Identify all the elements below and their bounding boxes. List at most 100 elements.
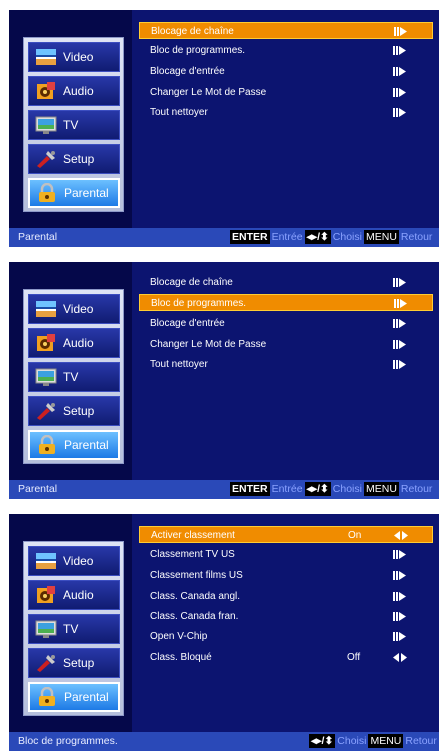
- menu-item-blocked-rating[interactable]: Class. Bloqué Off: [139, 649, 433, 666]
- key-hints: ◂▸/⬍ Choisi MENU Retour: [309, 732, 437, 751]
- sidebar-item-setup[interactable]: Setup: [28, 648, 120, 678]
- sidebar-item-label: Setup: [63, 656, 95, 670]
- osd-screen-2: Video Audio TV Setup Parental Blocage de…: [9, 262, 439, 499]
- arrow-right-icon: [393, 340, 406, 349]
- arrow-right-icon: [393, 108, 406, 117]
- sidebar-item-label: Video: [63, 302, 94, 316]
- enter-hint: Entrée: [271, 483, 303, 495]
- menu-item-change-password[interactable]: Changer Le Mot de Passe: [139, 336, 433, 353]
- back-hint: Retour: [400, 483, 433, 495]
- menu-key: MENU: [363, 230, 399, 244]
- sidebar-item-parental[interactable]: Parental: [28, 430, 120, 460]
- key-hints: ENTER Entrée ◂▸/⬍ Choisi MENU Retour: [230, 228, 432, 247]
- parental-lock-icon: [36, 182, 58, 203]
- arrow-right-icon: [393, 550, 406, 559]
- sidebar-item-audio[interactable]: Audio: [28, 580, 120, 610]
- menu-item-canada-english[interactable]: Class. Canada angl.: [139, 588, 433, 605]
- parental-lock-icon: [36, 434, 58, 455]
- sidebar: Video Audio TV Setup Parental: [23, 37, 124, 212]
- menu-item-enable-rating[interactable]: Activer classement On: [139, 526, 433, 543]
- menu-item-clear-all[interactable]: Tout nettoyer: [139, 356, 433, 373]
- sidebar-item-label: Video: [63, 50, 94, 64]
- arrow-right-icon: [393, 612, 406, 621]
- menu-item-open-vchip[interactable]: Open V-Chip: [139, 628, 433, 645]
- arrow-leftright-icon: [394, 531, 408, 540]
- arrow-right-icon: [394, 299, 407, 308]
- sidebar-item-label: Video: [63, 554, 94, 568]
- video-icon: [35, 299, 57, 319]
- sidebar-item-video[interactable]: Video: [28, 42, 120, 72]
- menu-item-input-block[interactable]: Blocage d'entrée: [139, 315, 433, 332]
- audio-icon: [35, 81, 57, 101]
- arrow-right-icon: [393, 571, 406, 580]
- arrow-right-icon: [393, 360, 406, 369]
- tv-icon: [35, 619, 57, 639]
- arrow-right-icon: [393, 592, 406, 601]
- choose-hint: Choisi: [332, 231, 362, 243]
- sidebar-item-label: Audio: [63, 588, 94, 602]
- sidebar-item-audio[interactable]: Audio: [28, 76, 120, 106]
- back-hint: Retour: [405, 735, 437, 747]
- sidebar-item-tv[interactable]: TV: [28, 614, 120, 644]
- sidebar-item-label: Audio: [63, 336, 94, 350]
- menu-item-us-tv-rating[interactable]: Classement TV US: [139, 546, 433, 563]
- video-icon: [35, 551, 57, 571]
- sidebar-item-video[interactable]: Video: [28, 294, 120, 324]
- tv-icon: [35, 367, 57, 387]
- choose-hint: Choisi: [337, 735, 367, 747]
- status-title: Parental: [18, 231, 58, 243]
- choose-hint: Choisi: [332, 483, 362, 495]
- sidebar-item-label: TV: [63, 370, 79, 384]
- menu-item-us-movie-rating[interactable]: Classement films US: [139, 567, 433, 584]
- menu-item-input-block[interactable]: Blocage d'entrée: [139, 63, 433, 80]
- nav-arrows-icon: ◂▸/⬍: [304, 230, 331, 244]
- arrow-right-icon: [394, 27, 407, 36]
- arrow-right-icon: [393, 319, 406, 328]
- enter-key: ENTER: [230, 482, 270, 496]
- sidebar-item-tv[interactable]: TV: [28, 110, 120, 140]
- sidebar-item-label: TV: [63, 622, 79, 636]
- enter-hint: Entrée: [271, 231, 303, 243]
- status-title: Parental: [18, 483, 58, 495]
- audio-icon: [35, 585, 57, 605]
- menu-key: MENU: [363, 482, 399, 496]
- menu-item-change-password[interactable]: Changer Le Mot de Passe: [139, 84, 433, 101]
- osd-screen-3: Video Audio TV Setup Parental Activer cl…: [9, 514, 439, 751]
- menu-item-clear-all[interactable]: Tout nettoyer: [139, 104, 433, 121]
- key-hints: ENTER Entrée ◂▸/⬍ Choisi MENU Retour: [230, 480, 432, 499]
- sidebar-item-audio[interactable]: Audio: [28, 328, 120, 358]
- nav-arrows-icon: ◂▸/⬍: [309, 734, 336, 748]
- sidebar-item-video[interactable]: Video: [28, 546, 120, 576]
- sidebar: Video Audio TV Setup Parental: [23, 541, 124, 716]
- menu-item-canada-french[interactable]: Class. Canada fran.: [139, 608, 433, 625]
- sidebar-item-tv[interactable]: TV: [28, 362, 120, 392]
- enable-rating-value: On: [348, 530, 362, 541]
- menu-item-channel-block[interactable]: Blocage de chaîne: [139, 22, 433, 39]
- status-bar: Parental ENTER Entrée ◂▸/⬍ Choisi MENU Retour: [9, 480, 439, 499]
- sidebar-item-label: Parental: [64, 186, 109, 200]
- arrow-right-icon: [393, 632, 406, 641]
- status-title: Bloc de programmes.: [18, 735, 118, 747]
- status-bar: Bloc de programmes. ◂▸/⬍ Choisi MENU Retour: [9, 732, 439, 751]
- arrow-leftright-icon: [393, 653, 407, 662]
- sidebar-item-label: Audio: [63, 84, 94, 98]
- arrow-right-icon: [393, 278, 406, 287]
- sidebar-item-setup[interactable]: Setup: [28, 396, 120, 426]
- sidebar-item-label: TV: [63, 118, 79, 132]
- menu-item-program-block[interactable]: Bloc de programmes.: [139, 42, 433, 59]
- arrow-right-icon: [393, 67, 406, 76]
- audio-icon: [35, 333, 57, 353]
- sidebar-item-label: Setup: [63, 404, 95, 418]
- sidebar-item-setup[interactable]: Setup: [28, 144, 120, 174]
- nav-arrows-icon: ◂▸/⬍: [304, 482, 331, 496]
- setup-icon: [35, 401, 57, 421]
- sidebar-item-label: Parental: [64, 690, 109, 704]
- menu-item-program-block[interactable]: Bloc de programmes.: [139, 294, 433, 311]
- sidebar-item-parental[interactable]: Parental: [28, 178, 120, 208]
- arrow-right-icon: [393, 88, 406, 97]
- video-icon: [35, 47, 57, 67]
- sidebar-item-label: Parental: [64, 438, 109, 452]
- arrow-right-icon: [393, 46, 406, 55]
- menu-item-channel-block[interactable]: Blocage de chaîne: [139, 274, 433, 291]
- sidebar-item-parental[interactable]: Parental: [28, 682, 120, 712]
